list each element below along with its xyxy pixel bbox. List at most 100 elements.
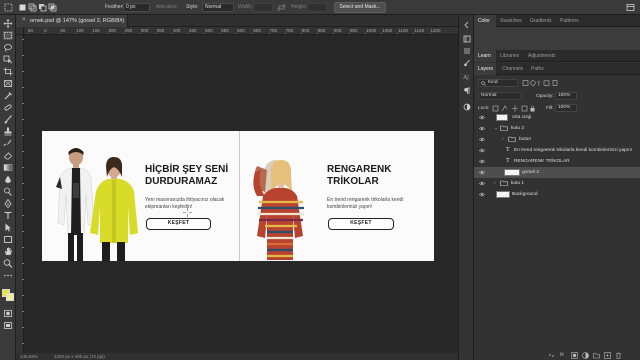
layer-row[interactable]: › buton xyxy=(474,134,640,145)
layer-row[interactable]: gorsel 2 xyxy=(474,167,640,178)
layer-name: buton xyxy=(519,137,532,142)
crop-tool-icon[interactable] xyxy=(3,67,13,76)
tab-adjustments[interactable]: Adjustments xyxy=(528,53,556,59)
delete-layer-icon[interactable] xyxy=(615,352,622,359)
properties-panel-icon[interactable] xyxy=(463,47,471,55)
layer-row[interactable]: Background xyxy=(474,189,640,200)
type-tool-icon[interactable] xyxy=(3,211,13,220)
new-selection-icon[interactable] xyxy=(18,3,27,12)
history-panel-icon[interactable] xyxy=(463,35,471,43)
layer-style-icon[interactable]: fx xyxy=(560,352,567,359)
layer-row[interactable]: T RENGARENK TRİKOLAR xyxy=(474,156,640,167)
style-label: Style: xyxy=(186,4,199,10)
visibility-eye-icon[interactable] xyxy=(479,137,485,142)
layer-row[interactable]: orta cizgi xyxy=(474,112,640,123)
visibility-eye-icon[interactable] xyxy=(479,192,485,197)
object-selection-tool-icon[interactable] xyxy=(3,55,13,64)
layer-row[interactable]: › kutu 1 xyxy=(474,178,640,189)
brush-tool-icon[interactable] xyxy=(3,115,13,124)
layer-filter-icons[interactable]: T xyxy=(522,80,562,86)
character-panel-icon[interactable]: A| xyxy=(463,75,471,83)
ruler-origin[interactable] xyxy=(16,27,24,35)
blur-tool-icon[interactable] xyxy=(3,175,13,184)
spot-healing-brush-icon[interactable] xyxy=(3,103,13,112)
tab-paths[interactable]: Paths xyxy=(531,66,544,72)
visibility-eye-icon[interactable] xyxy=(479,148,485,153)
new-layer-icon[interactable] xyxy=(604,352,611,359)
visibility-eye-icon[interactable] xyxy=(479,181,485,186)
visibility-eye-icon[interactable] xyxy=(479,170,485,175)
subtract-from-selection-icon[interactable] xyxy=(38,3,47,12)
eraser-tool-icon[interactable] xyxy=(3,151,13,160)
zoom-level[interactable]: 146,63% xyxy=(20,354,38,359)
new-group-icon[interactable] xyxy=(593,352,600,359)
rectangular-marquee-tool-icon[interactable] xyxy=(3,31,13,40)
horizontal-ruler[interactable]: 50 0 50 100 150 200 250 300 350 400 450 500 550 600 65… xyxy=(24,27,458,35)
hand-tool-icon[interactable] xyxy=(3,247,13,256)
chevron-right-icon[interactable]: › xyxy=(494,180,496,186)
adjustment-layer-icon[interactable] xyxy=(582,352,589,359)
blend-mode-select[interactable]: Normal xyxy=(478,92,522,100)
adjustments-panel-icon[interactable] xyxy=(463,103,471,111)
left-banner-discover-button[interactable]: KEŞFET xyxy=(146,218,211,230)
chevron-right-icon[interactable]: › xyxy=(502,136,504,142)
quick-mask-icon[interactable] xyxy=(3,309,13,318)
lasso-tool-icon[interactable] xyxy=(3,43,13,52)
path-selection-tool-icon[interactable] xyxy=(3,223,13,232)
add-mask-icon[interactable] xyxy=(571,352,578,359)
screen-mode-icon[interactable] xyxy=(3,321,13,330)
marquee-tool-icon[interactable] xyxy=(4,3,13,12)
tab-channels[interactable]: Channels xyxy=(502,66,523,72)
select-and-mask-button[interactable]: Select and Mask... xyxy=(334,2,386,13)
folder-icon xyxy=(508,136,516,142)
vertical-ruler[interactable] xyxy=(16,35,24,353)
zoom-tool-icon[interactable] xyxy=(3,259,13,268)
move-tool-icon[interactable] xyxy=(3,19,13,28)
lock-options-icons[interactable] xyxy=(492,105,536,112)
layer-row[interactable]: ⌄ kutu 2 xyxy=(474,123,640,134)
document-tab[interactable]: × ornek.psd @ 147% (gorsel 2, RGB/8#) xyxy=(16,15,128,27)
document-canvas[interactable]: HİÇBİR ŞEY SENİ DURDURAMAZ Yeni maceranı… xyxy=(42,131,434,261)
rectangle-tool-icon[interactable] xyxy=(3,235,13,244)
intersect-selection-icon[interactable] xyxy=(48,3,57,12)
tab-patterns[interactable]: Patterns xyxy=(560,18,579,24)
anti-alias-checkbox[interactable]: Anti-alias xyxy=(156,4,177,10)
gradient-tool-icon[interactable] xyxy=(3,163,13,172)
paragraph-panel-icon[interactable] xyxy=(463,87,471,95)
layer-filter-kind-select[interactable]: Kind xyxy=(478,79,518,87)
link-layers-icon[interactable] xyxy=(548,352,555,359)
background-color-swatch[interactable] xyxy=(6,293,14,301)
chevron-down-icon[interactable]: ⌄ xyxy=(494,125,498,131)
fill-input[interactable]: 100% xyxy=(555,104,577,112)
brush-settings-panel-icon[interactable] xyxy=(463,59,471,67)
height-input[interactable] xyxy=(307,3,327,12)
panel-collapse-icon[interactable] xyxy=(463,21,471,29)
style-select[interactable]: Normal xyxy=(202,3,234,12)
visibility-eye-icon[interactable] xyxy=(479,115,485,120)
add-to-selection-icon[interactable] xyxy=(28,3,37,12)
frame-tool-icon[interactable] xyxy=(3,79,13,88)
color-panel-body[interactable] xyxy=(474,27,640,50)
right-banner-discover-button[interactable]: KEŞFET xyxy=(328,218,394,230)
tab-learn[interactable]: Learn xyxy=(478,53,491,59)
history-brush-tool-icon[interactable] xyxy=(3,139,13,148)
layer-row[interactable]: T En trend rengarenk trikolarla kendi kom… xyxy=(474,145,640,156)
dodge-tool-icon[interactable] xyxy=(3,187,13,196)
feather-input[interactable]: 0 px xyxy=(123,3,150,12)
visibility-eye-icon[interactable] xyxy=(479,159,485,164)
tab-swatches[interactable]: Swatches xyxy=(500,18,522,24)
workspace-icon[interactable] xyxy=(626,3,635,12)
eyedropper-tool-icon[interactable] xyxy=(3,91,13,100)
tab-color[interactable]: Color xyxy=(478,18,490,24)
opacity-input[interactable]: 100% xyxy=(555,92,577,100)
tab-libraries[interactable]: Libraries xyxy=(500,53,519,59)
visibility-eye-icon[interactable] xyxy=(479,126,485,131)
width-input[interactable] xyxy=(253,3,273,12)
swap-dimensions-icon[interactable] xyxy=(277,3,286,12)
pen-tool-icon[interactable] xyxy=(3,199,13,208)
edit-toolbar-icon[interactable] xyxy=(3,271,13,280)
close-tab-icon[interactable]: × xyxy=(22,17,26,23)
tab-gradients[interactable]: Gradients xyxy=(530,18,552,24)
clone-stamp-tool-icon[interactable] xyxy=(3,127,13,136)
tab-layers[interactable]: Layers xyxy=(478,66,493,72)
